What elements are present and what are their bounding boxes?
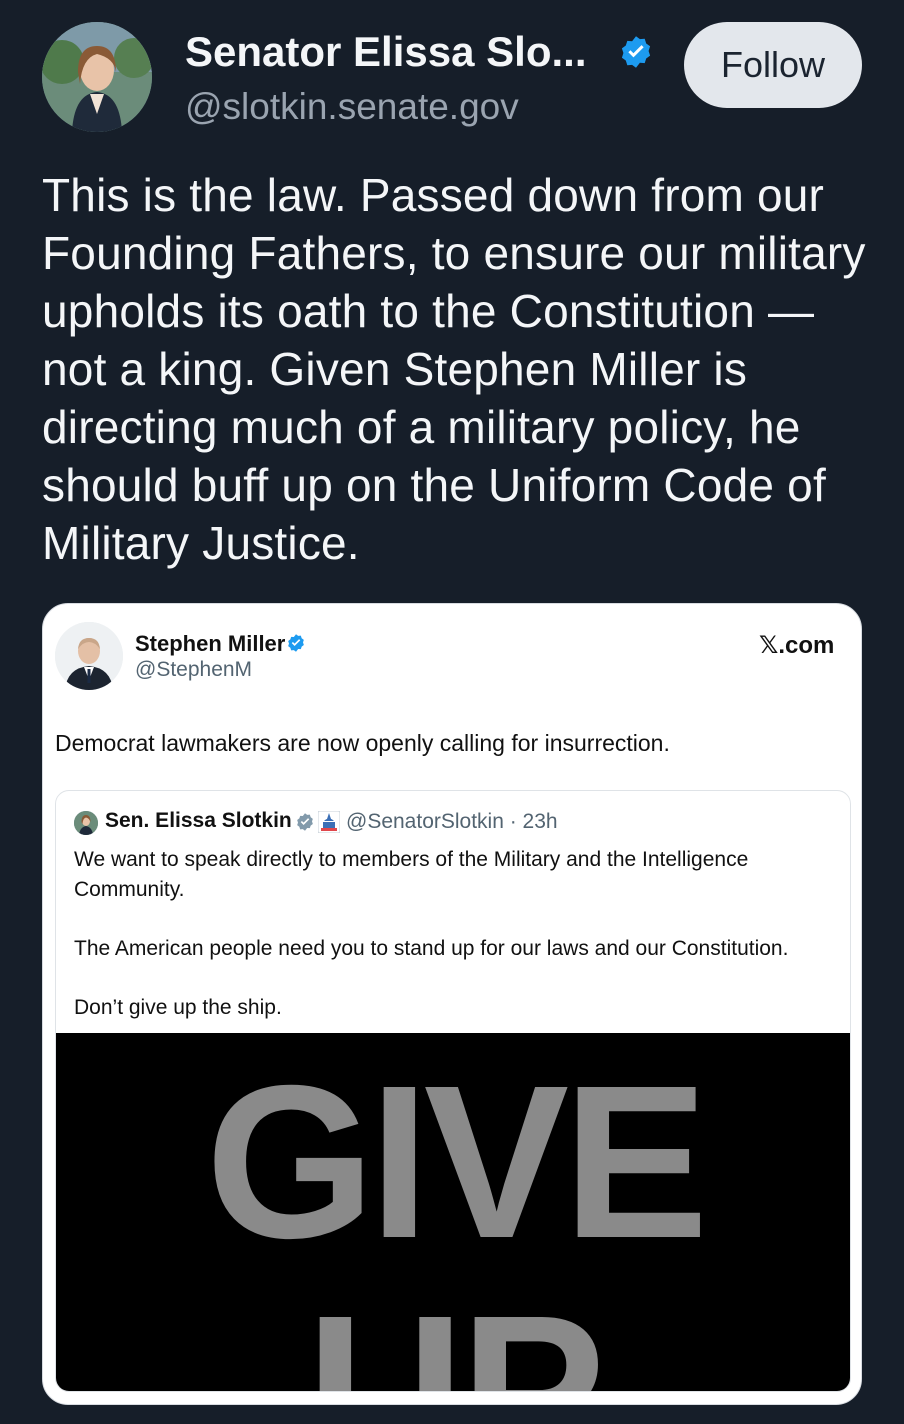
quoted-avatar[interactable] bbox=[74, 811, 98, 835]
source-label[interactable]: 𝕏.com bbox=[759, 631, 834, 660]
verified-badge-icon bbox=[621, 36, 651, 68]
handle[interactable]: @slotkin.senate.gov bbox=[185, 86, 519, 128]
gray-verified-badge-icon bbox=[297, 813, 313, 831]
quoted-paragraph: Don’t give up the ship. bbox=[74, 996, 282, 1019]
embed-verified-badge-icon bbox=[288, 634, 304, 652]
embed-author-name[interactable]: Stephen Miller bbox=[135, 631, 285, 657]
post-screen: Senator Elissa Slo... @slotkin.senate.go… bbox=[0, 0, 904, 1424]
embed-avatar-portrait bbox=[55, 622, 123, 690]
embed-author-handle[interactable]: @StephenM bbox=[135, 658, 252, 682]
quoted-author-name[interactable]: Sen. Elissa Slotkin bbox=[105, 809, 292, 833]
media-text-give: GIVE bbox=[205, 1041, 709, 1284]
quoted-post[interactable]: Sen. Elissa Slotkin @SenatorSlotkin · 23… bbox=[55, 790, 851, 1392]
avatar[interactable] bbox=[42, 22, 152, 132]
follow-button[interactable]: Follow bbox=[684, 22, 862, 108]
capitol-icon bbox=[318, 811, 340, 833]
embed-avatar[interactable] bbox=[55, 622, 123, 690]
display-name[interactable]: Senator Elissa Slo... bbox=[185, 28, 586, 76]
embed-post-text: Democrat lawmakers are now openly callin… bbox=[55, 730, 670, 756]
avatar-portrait bbox=[42, 22, 152, 132]
media-text-up: UP bbox=[56, 1284, 850, 1392]
quoted-post-text: We want to speak directly to members of … bbox=[74, 845, 834, 1052]
quoted-paragraph: The American people need you to stand up… bbox=[74, 937, 789, 960]
embedded-post-card[interactable]: Stephen Miller @StephenM 𝕏.com Democrat … bbox=[42, 603, 862, 1405]
quoted-media-image[interactable]: GIVE UP bbox=[56, 1033, 850, 1392]
quoted-avatar-portrait bbox=[74, 811, 98, 835]
post-header: Senator Elissa Slo... @slotkin.senate.go… bbox=[0, 0, 904, 150]
post-text: This is the law. Passed down from our Fo… bbox=[42, 169, 866, 569]
quoted-handle-time[interactable]: @SenatorSlotkin · 23h bbox=[346, 810, 558, 834]
quoted-paragraph: We want to speak directly to members of … bbox=[74, 848, 749, 901]
